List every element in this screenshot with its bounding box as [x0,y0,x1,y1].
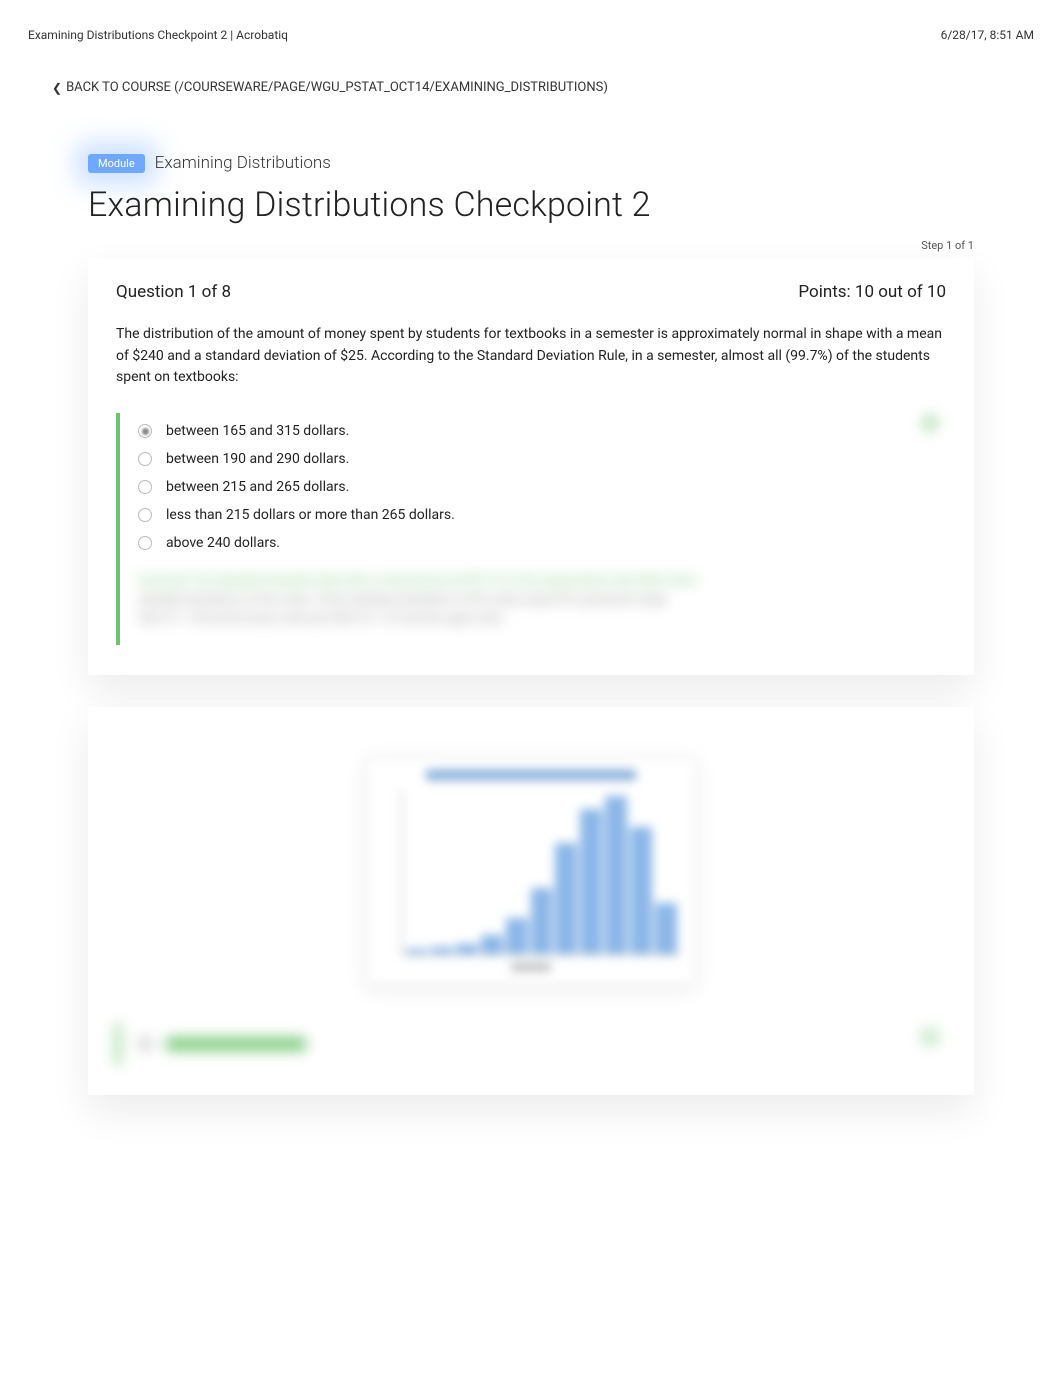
chart-bar [555,843,577,954]
answer-block-preview [116,1023,946,1065]
answer-option-label: less than 215 dollars or more than 265 d… [166,507,455,523]
answer-option[interactable] [138,1031,934,1057]
answer-option[interactable]: between 165 and 315 dollars. [138,417,934,445]
doc-timestamp: 6/28/17, 8:51 AM [941,28,1034,42]
answer-feedback: Good job! The Standard Deviation Rule te… [138,571,934,629]
radio-icon [138,508,152,522]
back-to-course-link[interactable]: ❮ BACK TO COURSE (/COURSEWARE/PAGE/WGU_P… [0,80,608,95]
chart-title [426,770,636,780]
histogram-figure [366,757,696,985]
chart-bar [531,888,553,954]
answer-option[interactable]: between 215 and 265 dollars. [138,473,934,501]
doc-title: Examining Distributions Checkpoint 2 | A… [28,28,288,42]
chart-plot-area [401,790,681,955]
module-name: Examining Distributions [155,153,331,173]
answer-block: between 165 and 315 dollars. between 190… [116,413,946,645]
question-card: Question 1 of 8 Points: 10 out of 10 The… [88,258,974,675]
chart-bar [431,947,453,953]
answer-option[interactable]: above 240 dollars. [138,529,934,557]
correct-indicator-icon [920,413,940,433]
answer-option[interactable]: less than 215 dollars or more than 265 d… [138,501,934,529]
chart-xlabel [511,963,551,971]
page-title: Examining Distributions Checkpoint 2 [88,185,974,225]
question-number: Question 1 of 8 [116,282,231,302]
chart-bar [580,809,602,954]
back-link-label: BACK TO COURSE (/COURSEWARE/PAGE/WGU_PST… [66,80,608,95]
module-badge: Module [88,154,145,173]
answer-option-label: above 240 dollars. [166,535,280,551]
chart-bar [605,796,627,954]
chevron-left-icon: ❮ [52,81,62,95]
chart-bar [456,944,478,954]
radio-icon [138,452,152,466]
chart-bar [406,949,428,954]
question-prompt: The distribution of the amount of money … [116,324,946,389]
chart-bar [506,918,528,953]
radio-icon [138,536,152,550]
question-card-preview [88,707,974,1095]
step-indicator: Step 1 of 1 [88,239,974,252]
answer-option[interactable]: between 190 and 290 dollars. [138,445,934,473]
chart-bar [481,935,503,954]
question-points: Points: 10 out of 10 [798,282,946,302]
answer-option-label: between 165 and 315 dollars. [166,423,349,439]
answer-option-label: between 215 and 265 dollars. [166,479,349,495]
answer-option-label: between 190 and 290 dollars. [166,451,349,467]
chart-bar [630,827,652,953]
answer-option-label [166,1038,306,1050]
radio-icon [138,480,152,494]
chart-bar [655,903,677,953]
correct-indicator-icon [920,1027,940,1047]
radio-icon [138,1037,152,1051]
radio-icon [138,424,152,438]
